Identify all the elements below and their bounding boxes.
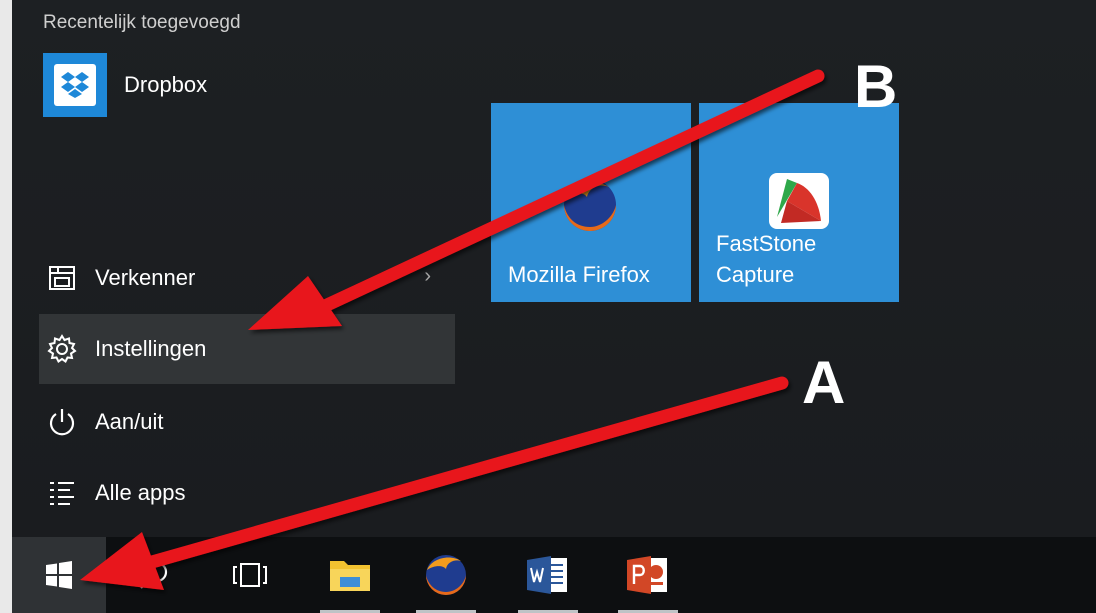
search-button[interactable]	[112, 537, 196, 613]
annotation-label-a: A	[802, 349, 846, 416]
menu-item-instellingen[interactable]: Instellingen	[39, 314, 455, 384]
taskbar	[12, 537, 1096, 613]
menu-item-verkenner[interactable]: Verkenner ›	[39, 243, 455, 313]
taskbar-file-explorer[interactable]	[308, 537, 392, 613]
dropbox-icon	[43, 53, 107, 117]
power-icon	[45, 405, 79, 439]
all-apps-list-icon	[45, 476, 79, 510]
task-view-icon	[233, 563, 267, 587]
taskbar-powerpoint[interactable]	[606, 537, 690, 613]
start-button[interactable]	[12, 537, 106, 613]
menu-item-label: Verkenner	[95, 265, 196, 290]
menu-item-alle-apps[interactable]: Alle apps	[39, 458, 455, 528]
tile-label: FastStone Capture	[716, 231, 817, 287]
menu-item-label: Alle apps	[95, 480, 186, 505]
firefox-icon	[564, 179, 616, 231]
search-icon	[140, 561, 168, 589]
firefox-icon	[426, 555, 466, 595]
taskbar-word[interactable]	[506, 537, 590, 613]
menu-item-label: Aan/uit	[95, 409, 164, 434]
chevron-right-icon[interactable]: ›	[424, 265, 431, 288]
tile-mozilla-firefox[interactable]: Mozilla Firefox	[491, 103, 691, 302]
task-view-button[interactable]	[208, 537, 292, 613]
folder-icon	[330, 561, 370, 591]
word-icon	[527, 556, 567, 594]
recent-app-label: Dropbox	[124, 72, 208, 97]
file-explorer-icon	[45, 261, 79, 295]
recent-app-dropbox[interactable]: Dropbox	[43, 52, 443, 118]
faststone-capture-icon	[769, 173, 829, 229]
recently-added-header: Recentelijk toegevoegd	[43, 12, 241, 33]
annotation-label-b: B	[854, 53, 898, 120]
start-menu: Recentelijk toegevoegd Dropbox Verkenner…	[12, 0, 1096, 537]
desktop-screen: Recentelijk toegevoegd Dropbox Verkenner…	[12, 0, 1096, 613]
gear-icon	[45, 332, 79, 366]
menu-item-aan-uit[interactable]: Aan/uit	[39, 387, 455, 457]
tile-label: Mozilla Firefox	[508, 262, 650, 287]
windows-logo-icon	[46, 561, 72, 589]
taskbar-firefox[interactable]	[404, 537, 488, 613]
powerpoint-icon	[627, 556, 667, 594]
tile-faststone-capture[interactable]: FastStone Capture	[699, 103, 899, 302]
menu-item-label: Instellingen	[95, 336, 207, 361]
